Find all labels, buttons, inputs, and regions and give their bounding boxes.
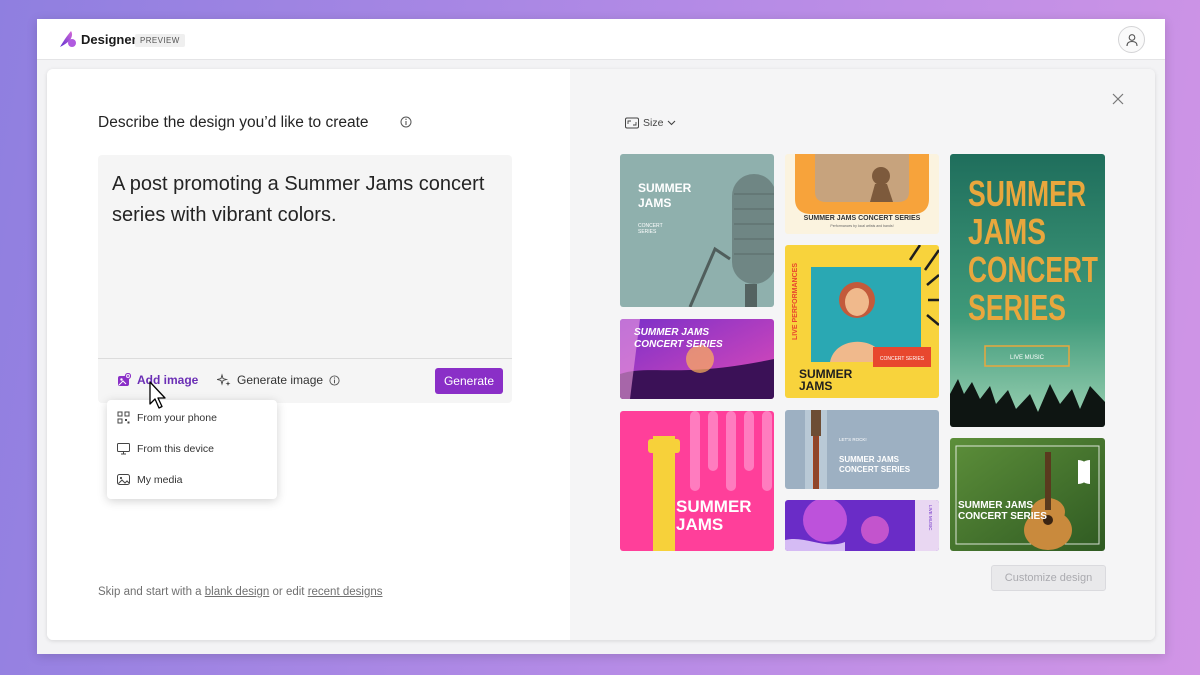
- menu-item-my-media[interactable]: My media: [117, 473, 183, 486]
- preview-badge: PREVIEW: [135, 34, 185, 47]
- design-text: JAMS: [676, 515, 723, 534]
- menu-item-from-phone[interactable]: From your phone: [117, 411, 217, 424]
- design-text: CONCERT SERIES: [958, 511, 1047, 522]
- prompt-textarea[interactable]: A post promoting a Summer Jams concert s…: [112, 169, 502, 231]
- info-icon[interactable]: [400, 116, 412, 128]
- prompt-input-box[interactable]: A post promoting a Summer Jams concert s…: [98, 155, 512, 403]
- design-text: SUMMER: [638, 181, 692, 195]
- design-text: LIVE MUSIC: [1010, 355, 1045, 361]
- design-thumbnail[interactable]: LET'S ROCK! SUMMER JAMS CONCERT SERIES: [785, 410, 939, 489]
- menu-item-from-device[interactable]: From this device: [117, 442, 214, 455]
- design-thumbnail[interactable]: SUMMER JAMS CONCERT SERIES: [950, 438, 1105, 551]
- prompt-pane: Describe the design you’d like to create…: [47, 69, 570, 640]
- monitor-icon: [117, 443, 130, 455]
- design-text: SUMMER JAMS CONCERT SERIES: [804, 215, 921, 222]
- menu-item-label: From this device: [137, 442, 215, 455]
- design-text: JAMS: [968, 211, 1046, 252]
- design-thumbnail[interactable]: SUMMER JAMS: [620, 411, 774, 551]
- design-text: SERIES: [968, 287, 1066, 328]
- chevron-down-icon: [668, 120, 676, 126]
- menu-item-label: From your phone: [137, 411, 217, 424]
- design-text: LIVE MUSIC: [928, 505, 933, 531]
- design-text: CONCERT: [968, 249, 1098, 290]
- designer-logo-icon: [60, 31, 76, 47]
- design-text: JAMS: [638, 196, 671, 210]
- skip-text: Skip and start with a blank design or ed…: [98, 586, 383, 598]
- generate-button[interactable]: Generate: [435, 368, 503, 394]
- prompt-heading: Describe the design you’d like to create: [98, 114, 369, 131]
- design-text: Performances by local artists and bands!: [830, 224, 893, 228]
- size-label: Size: [643, 117, 664, 129]
- design-text: CONCERT SERIES: [880, 356, 925, 362]
- recent-designs-link[interactable]: recent designs: [308, 586, 383, 598]
- create-design-card: Describe the design you’d like to create…: [47, 69, 1155, 640]
- design-text: SUMMER JAMS: [958, 500, 1033, 511]
- person-icon: [1125, 33, 1138, 46]
- design-text: LIVE PERFORMANCES: [792, 263, 799, 340]
- design-thumbnail[interactable]: SUMMER JAMS CONCERT SERIES Performances …: [785, 154, 939, 234]
- designer-window: Designer PREVIEW Describe the design you…: [37, 19, 1165, 654]
- design-results-pane: Size SUMMER JAMS CONCERT SERIES SUMMER J…: [570, 69, 1155, 640]
- design-text: LET'S ROCK!: [839, 437, 867, 442]
- info-icon[interactable]: [329, 374, 340, 386]
- design-thumbnail[interactable]: LIVE MUSIC: [785, 500, 939, 551]
- generate-image-button[interactable]: Generate image: [217, 373, 340, 387]
- sparkle-icon: [217, 373, 231, 386]
- close-icon[interactable]: [1111, 92, 1125, 106]
- image-icon: [117, 474, 130, 485]
- mouse-cursor-icon: [149, 381, 166, 409]
- design-thumbnail[interactable]: SUMMER JAMS CONCERT SERIES: [620, 319, 774, 399]
- app-name: Designer: [81, 32, 137, 47]
- design-text: SERIES: [638, 229, 657, 235]
- design-text: CONCERT SERIES: [634, 339, 723, 350]
- design-text: CONCERT SERIES: [839, 465, 911, 474]
- customize-design-button[interactable]: Customize design: [991, 565, 1106, 591]
- design-thumbnail[interactable]: CONCERT SERIES LIVE PERFORMANCES SUMMER …: [785, 245, 939, 398]
- size-dropdown[interactable]: Size: [625, 117, 676, 129]
- generate-image-label: Generate image: [237, 373, 324, 387]
- top-bar: Designer PREVIEW: [37, 19, 1165, 60]
- design-text: SUMMER: [676, 497, 752, 516]
- add-image-menu: From your phone From this device My medi…: [107, 400, 277, 499]
- add-image-icon: [118, 373, 131, 386]
- design-text: SUMMER JAMS: [634, 327, 709, 338]
- design-text: JAMS: [799, 379, 832, 393]
- aspect-ratio-icon: [625, 117, 639, 129]
- design-thumbnail[interactable]: SUMMER JAMS CONCERT SERIES LIVE MUSIC: [950, 154, 1105, 427]
- design-text: SUMMER: [968, 173, 1086, 214]
- design-thumbnail[interactable]: SUMMER JAMS CONCERT SERIES: [620, 154, 774, 307]
- design-text: SUMMER JAMS: [839, 455, 900, 464]
- qr-code-icon: [117, 411, 130, 424]
- blank-design-link[interactable]: blank design: [205, 586, 270, 598]
- account-button[interactable]: [1118, 26, 1145, 53]
- menu-item-label: My media: [137, 473, 183, 486]
